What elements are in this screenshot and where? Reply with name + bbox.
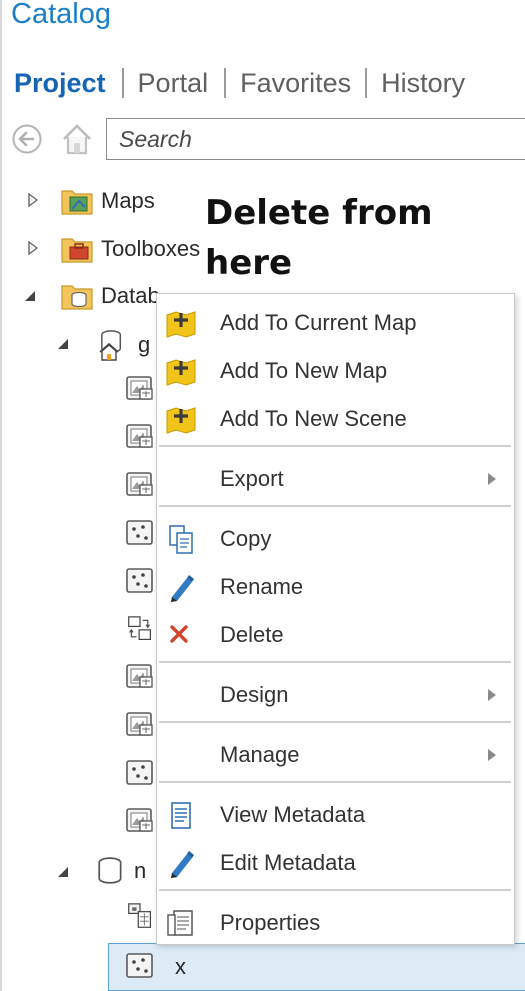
raster-dataset-icon[interactable]: [126, 424, 154, 450]
menu-separator: [159, 889, 511, 891]
tree-node-label: x: [175, 954, 186, 979]
menu-item-manage[interactable]: Manage: [157, 731, 514, 779]
tab-divider: [365, 68, 368, 98]
point-feature-class-icon[interactable]: [126, 760, 154, 786]
tab-portal[interactable]: Portal: [138, 68, 209, 99]
delete-x-icon: [170, 625, 188, 643]
tab-divider: [121, 68, 124, 98]
tree-node-maps[interactable]: Maps: [61, 183, 155, 219]
annotation-text: Delete from here: [205, 188, 433, 288]
raster-dataset-icon[interactable]: [126, 472, 154, 498]
collapse-arrow-icon[interactable]: [55, 864, 71, 880]
tree-node-label: n: [134, 858, 147, 883]
rename-pencil-icon: [165, 573, 197, 603]
menu-item-export[interactable]: Export: [157, 455, 514, 503]
collapse-arrow-icon[interactable]: [22, 288, 38, 304]
annotation-line: here: [205, 243, 293, 283]
menu-item-add-to-new-scene[interactable]: Add To New Scene: [157, 395, 514, 443]
back-arrow-icon[interactable]: [12, 124, 42, 154]
menu-item-add-to-new-map[interactable]: Add To New Map: [157, 347, 514, 395]
menu-item-view-metadata[interactable]: View Metadata: [157, 791, 514, 839]
raster-dataset-icon[interactable]: [126, 664, 154, 690]
collapse-arrow-icon[interactable]: [55, 336, 71, 352]
point-feature-class-icon: [126, 953, 154, 979]
home-icon[interactable]: [60, 122, 94, 156]
tab-favorites[interactable]: Favorites: [240, 68, 351, 99]
home-database-icon: [99, 330, 122, 361]
relationship-class-icon[interactable]: [126, 616, 154, 642]
search-box[interactable]: [106, 118, 525, 160]
submenu-arrow-icon: [488, 473, 496, 485]
tree-node-databases[interactable]: Datab: [61, 278, 160, 314]
databases-folder-icon: [61, 285, 93, 310]
copy-icon: [169, 525, 193, 554]
add-data-icon: [165, 405, 197, 435]
tree-node-label: Maps: [101, 188, 155, 213]
context-menu: Add To Current Map Add To New Map Add To…: [156, 293, 515, 945]
menu-item-edit-metadata[interactable]: Edit Metadata: [157, 839, 514, 887]
point-feature-class-icon[interactable]: [126, 568, 154, 594]
menu-separator: [159, 781, 511, 783]
raster-dataset-icon[interactable]: [126, 808, 154, 834]
annotation-line: Delete from: [205, 193, 433, 233]
point-feature-class-icon[interactable]: [126, 520, 154, 546]
menu-item-properties[interactable]: Properties: [157, 899, 514, 947]
submenu-arrow-icon: [488, 689, 496, 701]
raster-dataset-icon[interactable]: [126, 712, 154, 738]
add-data-icon: [165, 357, 197, 387]
menu-item-delete[interactable]: Delete: [157, 611, 514, 659]
search-input[interactable]: [107, 119, 525, 159]
menu-separator: [159, 445, 511, 447]
menu-item-copy[interactable]: Copy: [157, 515, 514, 563]
edit-metadata-pencil-icon: [165, 849, 197, 879]
tree-node-label: Datab: [101, 283, 160, 308]
catalog-tabs: Project Portal Favorites History: [14, 63, 465, 103]
tab-divider: [224, 68, 227, 98]
maps-folder-icon: [61, 190, 93, 215]
expand-arrow-icon[interactable]: [25, 192, 41, 208]
panel-title: Catalog: [11, 0, 111, 30]
tree-node-toolboxes[interactable]: Toolboxes: [61, 231, 200, 267]
database-icon: [96, 856, 126, 886]
panel-left-edge: [0, 0, 2, 991]
tab-history[interactable]: History: [381, 68, 465, 99]
add-data-icon: [165, 309, 197, 339]
submenu-arrow-icon: [488, 749, 496, 761]
tree-node-label: g: [138, 332, 151, 357]
menu-separator: [159, 721, 511, 723]
menu-item-add-to-current-map[interactable]: Add To Current Map: [157, 299, 514, 347]
menu-item-design[interactable]: Design: [157, 671, 514, 719]
menu-item-rename[interactable]: Rename: [157, 563, 514, 611]
mosaic-dataset-icon[interactable]: [126, 903, 154, 929]
view-metadata-icon: [165, 801, 197, 831]
selected-tree-item[interactable]: x: [108, 943, 525, 991]
properties-icon: [167, 910, 193, 936]
tab-project[interactable]: Project: [14, 68, 106, 99]
expand-arrow-icon[interactable]: [25, 240, 41, 256]
toolboxes-folder-icon: [61, 238, 93, 263]
menu-separator: [159, 661, 511, 663]
menu-separator: [159, 505, 511, 507]
tree-node-home-geodatabase[interactable]: g: [96, 327, 150, 363]
tree-node-second-database[interactable]: n: [96, 853, 146, 889]
raster-dataset-icon[interactable]: [126, 376, 154, 402]
tree-node-label: Toolboxes: [101, 236, 201, 261]
